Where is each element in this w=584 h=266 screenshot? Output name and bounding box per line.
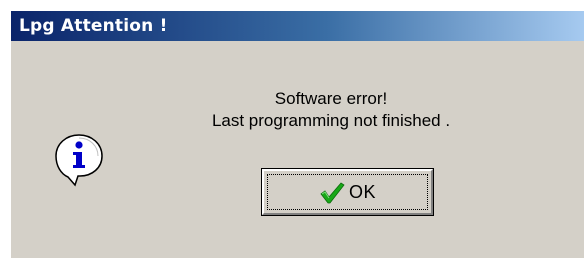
attention-dialog: Lpg Attention ! Software error! Last pro… — [10, 10, 584, 258]
message-line-1: Software error! — [274, 89, 388, 108]
window-title: Lpg Attention ! — [19, 16, 168, 36]
ok-button-label: OK — [348, 181, 376, 202]
message-text: Software error! Last programming not fin… — [151, 88, 511, 132]
message-line-2: Last programming not finished . — [211, 111, 451, 130]
information-icon — [53, 132, 105, 188]
ok-button[interactable]: OK — [261, 168, 434, 216]
checkmark-icon — [319, 180, 345, 206]
title-bar[interactable]: Lpg Attention ! — [11, 11, 584, 41]
